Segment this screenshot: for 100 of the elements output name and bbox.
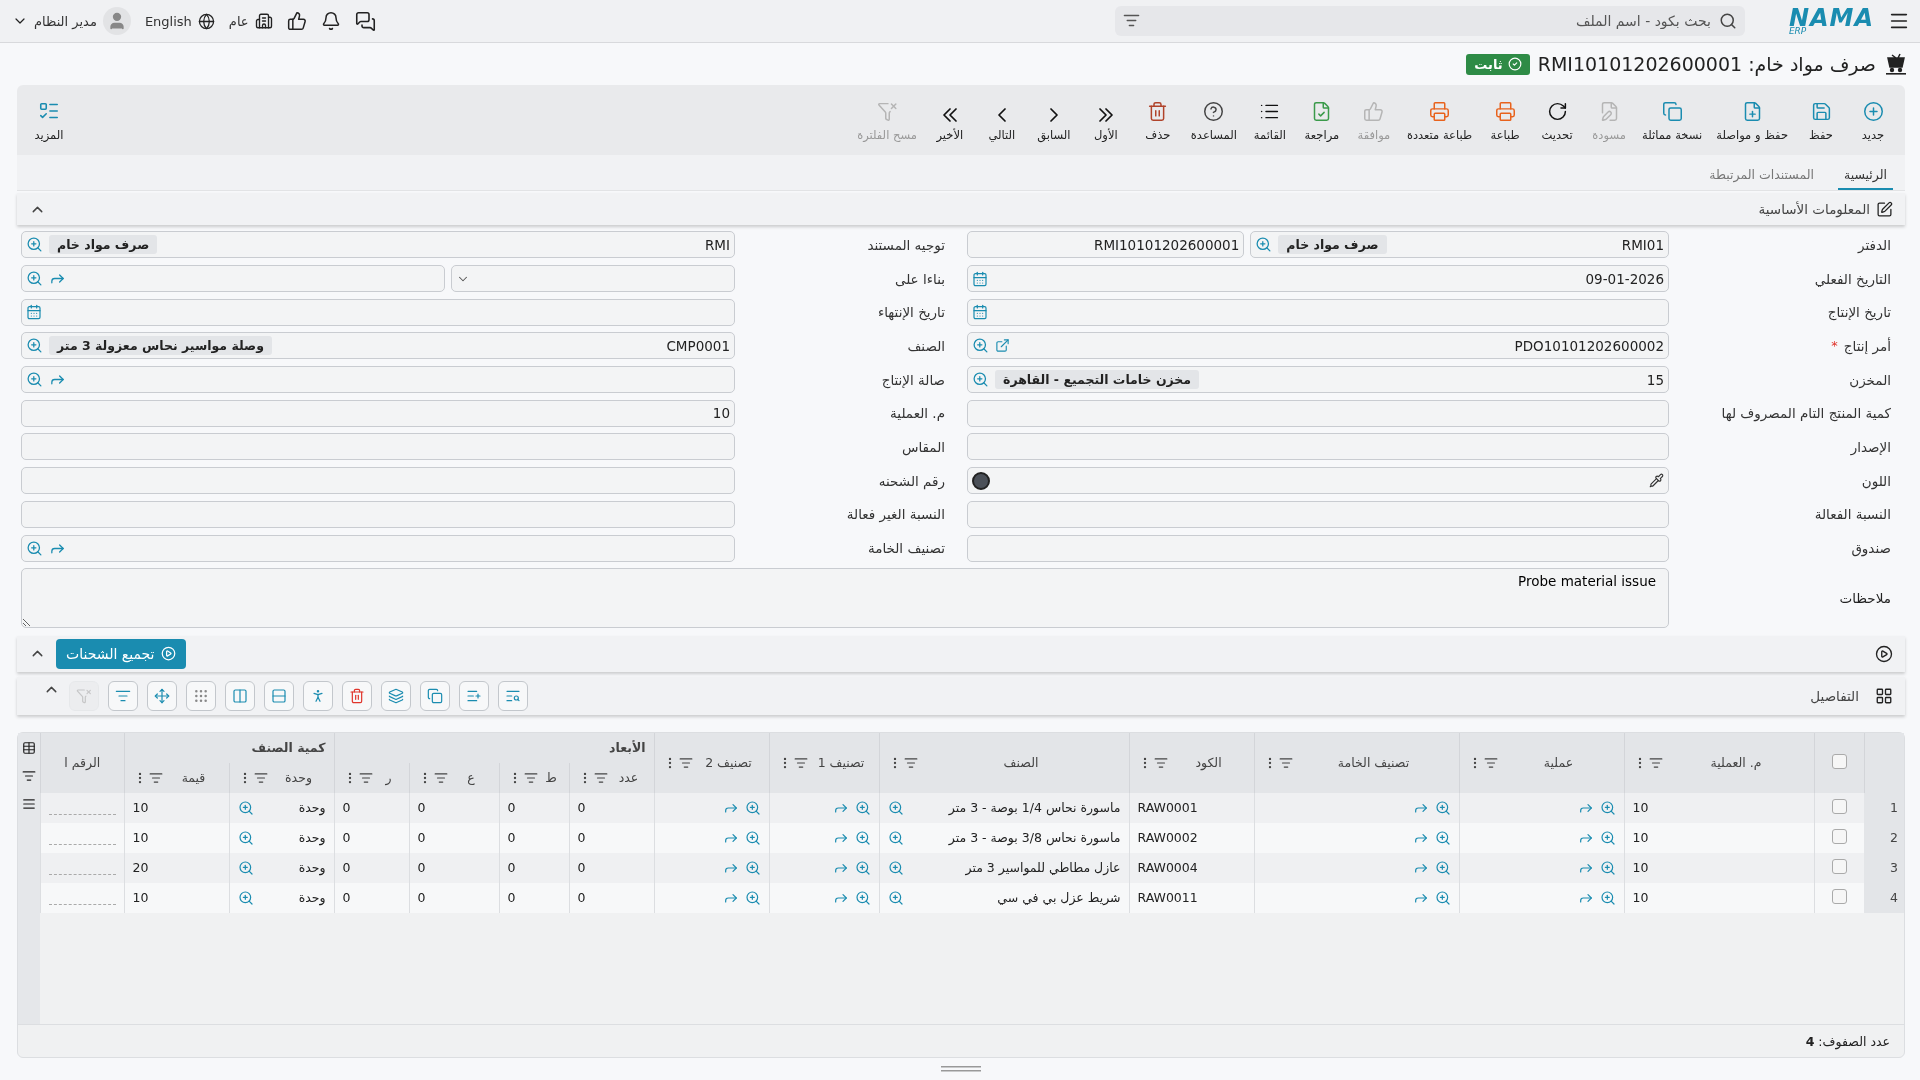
search-icon[interactable] (887, 799, 904, 816)
globe-icon[interactable] (197, 12, 215, 30)
list-plus-button[interactable] (459, 680, 489, 711)
column-header[interactable]: الكود (1171, 755, 1246, 771)
rows-button[interactable] (264, 680, 294, 711)
toolbar-button[interactable]: نسخة مماثلة (1635, 94, 1710, 146)
search-icon[interactable] (1599, 799, 1616, 816)
toolbar-button[interactable]: حفظ (1795, 94, 1847, 146)
search-icon[interactable] (972, 337, 989, 355)
filter-icon[interactable] (678, 755, 693, 770)
search-icon[interactable] (854, 889, 871, 906)
input-field[interactable] (21, 433, 735, 461)
search-icon[interactable] (26, 371, 43, 389)
input-field[interactable] (21, 467, 735, 495)
search-icon[interactable] (744, 859, 761, 876)
calendar-icon[interactable] (26, 304, 42, 321)
serial-field[interactable]: RMI10101202600001 (967, 231, 1245, 259)
search-icon[interactable] (887, 829, 904, 846)
input-field[interactable]: 10 (21, 399, 735, 427)
grip-button[interactable] (186, 680, 216, 711)
toolbar-button[interactable]: مراجعة (1295, 94, 1348, 146)
filter-icon[interactable] (358, 770, 373, 785)
toolbar-button[interactable]: التالي (975, 94, 1028, 146)
search-field[interactable]: بحث بكود - اسم الملف (1114, 6, 1745, 36)
thumbs-up-icon[interactable] (286, 11, 307, 31)
notes-field[interactable]: Probe material issue (21, 567, 1669, 628)
column-header[interactable]: تصنيف 1 (811, 755, 871, 771)
search-icon[interactable] (1434, 799, 1451, 816)
eyedropper-icon[interactable] (1649, 473, 1664, 489)
color-field[interactable] (967, 467, 1669, 495)
filter-icon[interactable] (523, 770, 538, 785)
search-icon[interactable] (854, 799, 871, 816)
row-checkbox[interactable] (1831, 798, 1847, 814)
column-header[interactable]: تصنيف 2 (696, 755, 761, 771)
search-icon[interactable] (972, 371, 989, 389)
select-all-checkbox[interactable] (1831, 753, 1847, 769)
search-icon[interactable] (237, 889, 254, 906)
toolbar-button[interactable]: المساعدة (1183, 94, 1244, 146)
language-link[interactable]: English (144, 13, 192, 29)
avatar[interactable] (102, 7, 131, 35)
search-icon[interactable] (237, 829, 254, 846)
toolbar-button[interactable]: جديد (1847, 94, 1899, 146)
edit-icon[interactable] (1876, 200, 1893, 218)
search-icon[interactable] (237, 859, 254, 876)
company-name[interactable]: عام (228, 13, 249, 29)
play-icon[interactable] (1875, 644, 1893, 663)
filter-icon[interactable] (1122, 12, 1140, 29)
walking-person-button[interactable] (303, 680, 333, 711)
filter-icon[interactable] (1483, 755, 1498, 770)
user-name[interactable]: مدير النظام (34, 13, 97, 29)
building-icon[interactable] (254, 12, 273, 30)
filter-icon[interactable] (22, 768, 36, 783)
search-icon[interactable] (237, 799, 254, 816)
search-icon[interactable] (744, 829, 761, 846)
input-field[interactable] (21, 500, 735, 528)
row-checkbox[interactable] (1831, 888, 1847, 904)
search-icon[interactable] (26, 236, 43, 254)
resize-handle[interactable] (941, 1066, 981, 1072)
filter-button[interactable] (108, 680, 138, 711)
filter-icon[interactable] (1278, 755, 1293, 770)
toolbar-button[interactable]: حفظ و مواصلة (1709, 94, 1795, 146)
filter-icon[interactable] (903, 755, 918, 770)
filter-icon[interactable] (793, 755, 808, 770)
layout-icon[interactable] (1875, 686, 1893, 705)
filter-icon[interactable] (1648, 755, 1663, 770)
date-field[interactable] (967, 298, 1669, 326)
search-icon[interactable] (854, 859, 871, 876)
more-button[interactable]: المزيد (23, 94, 75, 146)
search-icon[interactable] (1599, 859, 1616, 876)
trash-button[interactable] (342, 680, 372, 711)
toolbar-button[interactable]: الأول (1079, 94, 1132, 146)
input-field[interactable] (967, 500, 1669, 528)
external-link-icon[interactable] (995, 338, 1010, 354)
search-icon[interactable] (1434, 889, 1451, 906)
search-list-button[interactable] (498, 680, 528, 711)
search-icon[interactable] (26, 539, 43, 557)
input-field[interactable] (967, 433, 1669, 461)
bell-icon[interactable] (320, 11, 341, 31)
toolbar-button[interactable]: حذف (1131, 94, 1184, 146)
search-icon[interactable] (887, 889, 904, 906)
filter-icon[interactable] (1153, 755, 1168, 770)
copy-button[interactable] (420, 680, 450, 711)
lookup-field[interactable] (21, 265, 445, 293)
toolbar-button[interactable]: السابق (1027, 94, 1080, 146)
date-field[interactable]: 09-01-2026 (967, 265, 1669, 293)
search-icon[interactable] (1599, 829, 1616, 846)
calendar-icon[interactable] (972, 304, 988, 321)
toolbar-button[interactable]: القائمة (1243, 94, 1296, 146)
table-icon[interactable] (22, 740, 36, 755)
lookup-field[interactable] (21, 534, 735, 562)
lookup-field[interactable] (21, 366, 735, 394)
search-icon[interactable] (1255, 236, 1273, 254)
chat-icon[interactable] (354, 10, 376, 32)
tab[interactable]: المستندات المرتبطة (1703, 161, 1820, 190)
row-checkbox[interactable] (1831, 858, 1847, 874)
filter-icon[interactable] (593, 770, 608, 785)
filter-icon[interactable] (253, 770, 268, 785)
search-icon[interactable] (1434, 859, 1451, 876)
toolbar-button[interactable]: تحديث (1531, 94, 1584, 146)
search-icon[interactable] (26, 337, 43, 355)
